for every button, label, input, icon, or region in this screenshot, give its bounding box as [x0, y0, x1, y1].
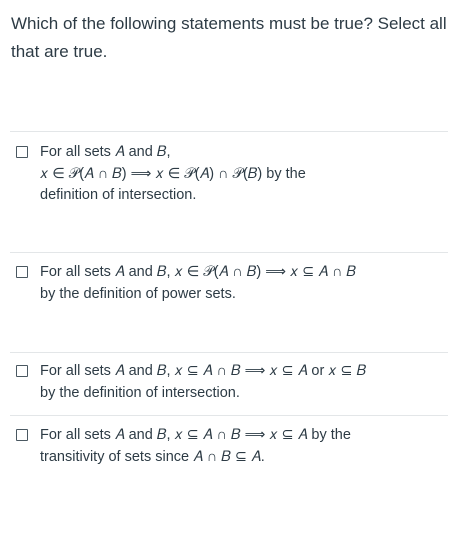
checkbox-option-4[interactable]: [16, 429, 28, 441]
checkbox-option-2[interactable]: [16, 266, 28, 278]
option-2-line-1: For all sets 𝐴 and 𝐵, 𝑥 ∈ 𝒫(𝐴 ∩ 𝐵) ⟹ 𝑥 ⊆…: [40, 264, 357, 280]
answer-option-4[interactable]: For all sets 𝐴 and 𝐵, 𝑥 ⊆ 𝐴 ∩ 𝐵 ⟹ 𝑥 ⊆ 𝐴 …: [10, 415, 448, 486]
option-4-line-2: transitivity of sets since 𝐴 ∩ 𝐵 ⊆ 𝐴.: [40, 449, 265, 465]
option-4-line-1: For all sets 𝐴 and 𝐵, 𝑥 ⊆ 𝐴 ∩ 𝐵 ⟹ 𝑥 ⊆ 𝐴 …: [40, 427, 351, 443]
checkbox-option-3[interactable]: [16, 365, 28, 377]
option-3-line-1: For all sets 𝐴 and 𝐵, 𝑥 ⊆ 𝐴 ∩ 𝐵 ⟹ 𝑥 ⊆ 𝐴 …: [40, 363, 367, 379]
option-3-line-2: by the definition of intersection.: [40, 385, 240, 401]
answer-option-2[interactable]: For all sets 𝐴 and 𝐵, 𝑥 ∈ 𝒫(𝐴 ∩ 𝐵) ⟹ 𝑥 ⊆…: [10, 252, 448, 350]
answer-option-1[interactable]: For all sets 𝐴 and 𝐵, 𝑥 ∈ 𝒫(𝐴 ∩ 𝐵) ⟹ 𝑥 ∈…: [10, 131, 448, 250]
option-1-line-1: For all sets 𝐴 and 𝐵,: [40, 144, 171, 160]
option-1-line-3: definition of intersection.: [40, 187, 197, 203]
option-2-line-2: by the definition of power sets.: [40, 286, 236, 302]
checkbox-option-1[interactable]: [16, 146, 28, 158]
question-text: Which of the following statements must b…: [11, 14, 447, 61]
answer-option-3[interactable]: For all sets 𝐴 and 𝐵, 𝑥 ⊆ 𝐴 ∩ 𝐵 ⟹ 𝑥 ⊆ 𝐴 …: [10, 352, 448, 415]
option-1-line-2: 𝑥 ∈ 𝒫(𝐴 ∩ 𝐵) ⟹ 𝑥 ∈ 𝒫(𝐴) ∩ 𝒫(𝐵) by the: [40, 166, 306, 182]
